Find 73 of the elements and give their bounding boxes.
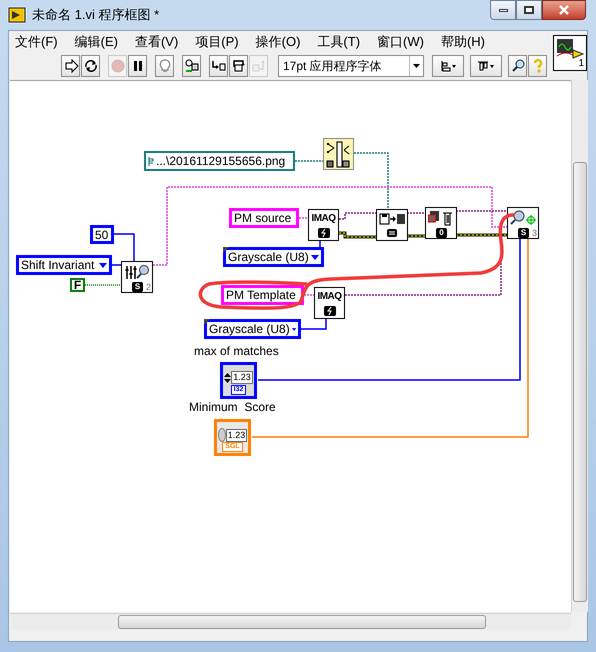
step-over-icon — [230, 58, 246, 74]
close-button[interactable] — [542, 0, 586, 20]
dropdown-arrow-icon — [413, 64, 420, 68]
spinner-arrows-icon — [224, 372, 232, 384]
app-icon — [8, 7, 26, 23]
retain-button[interactable] — [182, 55, 201, 77]
step-into-button[interactable] — [209, 55, 228, 77]
path-icon — [148, 156, 154, 166]
node-index: 2 — [146, 282, 151, 292]
string-constant: PM source — [229, 208, 299, 228]
align-button[interactable] — [432, 55, 464, 77]
run-continuous-button[interactable] — [81, 55, 100, 77]
stop-icon — [110, 58, 126, 74]
node-badge: 0 — [436, 228, 447, 238]
image-trash-icon — [428, 210, 454, 227]
scroll-thumb[interactable] — [573, 162, 587, 602]
run-button[interactable] — [61, 55, 80, 77]
menu-item[interactable]: 帮助(H) — [440, 32, 486, 52]
search-icon — [510, 58, 526, 74]
menu-item[interactable]: 操作(O) — [256, 32, 300, 52]
numeric-constant: 50 — [90, 225, 114, 244]
minimize-button[interactable] — [490, 0, 516, 20]
horizontal-scrollbar[interactable] — [10, 613, 571, 630]
wire — [85, 284, 121, 286]
magnifier-crosshair-icon — [510, 210, 538, 226]
lightning-icon — [318, 228, 330, 238]
scroll-thumb[interactable] — [118, 615, 486, 629]
string-constant: PM Template — [221, 285, 304, 305]
knob-icon — [218, 428, 226, 442]
node-index: 3 — [532, 228, 537, 238]
dropdown-arrow-icon — [292, 326, 296, 332]
imaq-node: IMAQ — [308, 209, 339, 241]
control-label: max of matches — [194, 345, 279, 357]
pause-button[interactable] — [128, 55, 147, 77]
align-icon — [439, 58, 457, 74]
font-dropdown[interactable]: 17pt 应用程序字体 — [278, 55, 424, 77]
step-out-icon — [250, 58, 266, 74]
vi-icon: 1 — [553, 35, 587, 71]
wire — [112, 264, 121, 266]
maximize-button[interactable] — [516, 0, 542, 20]
menu-item[interactable]: 工具(T) — [317, 32, 360, 52]
path-constant: ...\20161129155656.png — [144, 151, 295, 171]
highlight-button[interactable] — [155, 55, 174, 77]
window-title: 未命名 1.vi 程序框图 * — [32, 6, 160, 24]
imaq-node: IMAQ — [314, 287, 345, 319]
close-icon — [558, 5, 570, 15]
corner-mark-icon — [223, 247, 229, 253]
wire — [114, 233, 135, 261]
run-arrow-icon — [62, 58, 78, 74]
enum-constant: Grayscale (U8) — [204, 319, 301, 339]
control-label: Minimum Score — [189, 401, 276, 413]
node-badge: S — [132, 282, 143, 292]
sliders-magnifier-icon — [124, 264, 150, 280]
ring-constant: Shift Invariant — [16, 255, 112, 275]
wire — [295, 160, 323, 162]
menu-item[interactable]: 窗口(W) — [377, 32, 424, 52]
probe-icon — [184, 58, 200, 74]
corner-mark-icon — [204, 319, 210, 325]
distribute-button[interactable] — [470, 55, 502, 77]
loop-arrows-icon — [82, 58, 98, 74]
node-badge: S — [518, 228, 529, 238]
vertical-scrollbar[interactable] — [571, 80, 588, 612]
dropdown-arrow-icon — [99, 262, 107, 268]
menu-item[interactable]: 文件(F) — [15, 32, 58, 52]
step-over-button[interactable] — [229, 55, 248, 77]
menu-item[interactable]: 查看(V) — [134, 32, 178, 52]
lightning-icon — [324, 306, 336, 316]
dropdown-arrow-icon — [311, 254, 319, 260]
search-button[interactable] — [508, 55, 527, 77]
enum-constant: Grayscale (U8) — [223, 247, 324, 267]
boolean-constant: F — [70, 278, 85, 292]
menu-item[interactable]: 项目(P) — [195, 32, 239, 52]
menu-item[interactable]: 编辑(E) — [74, 32, 118, 52]
